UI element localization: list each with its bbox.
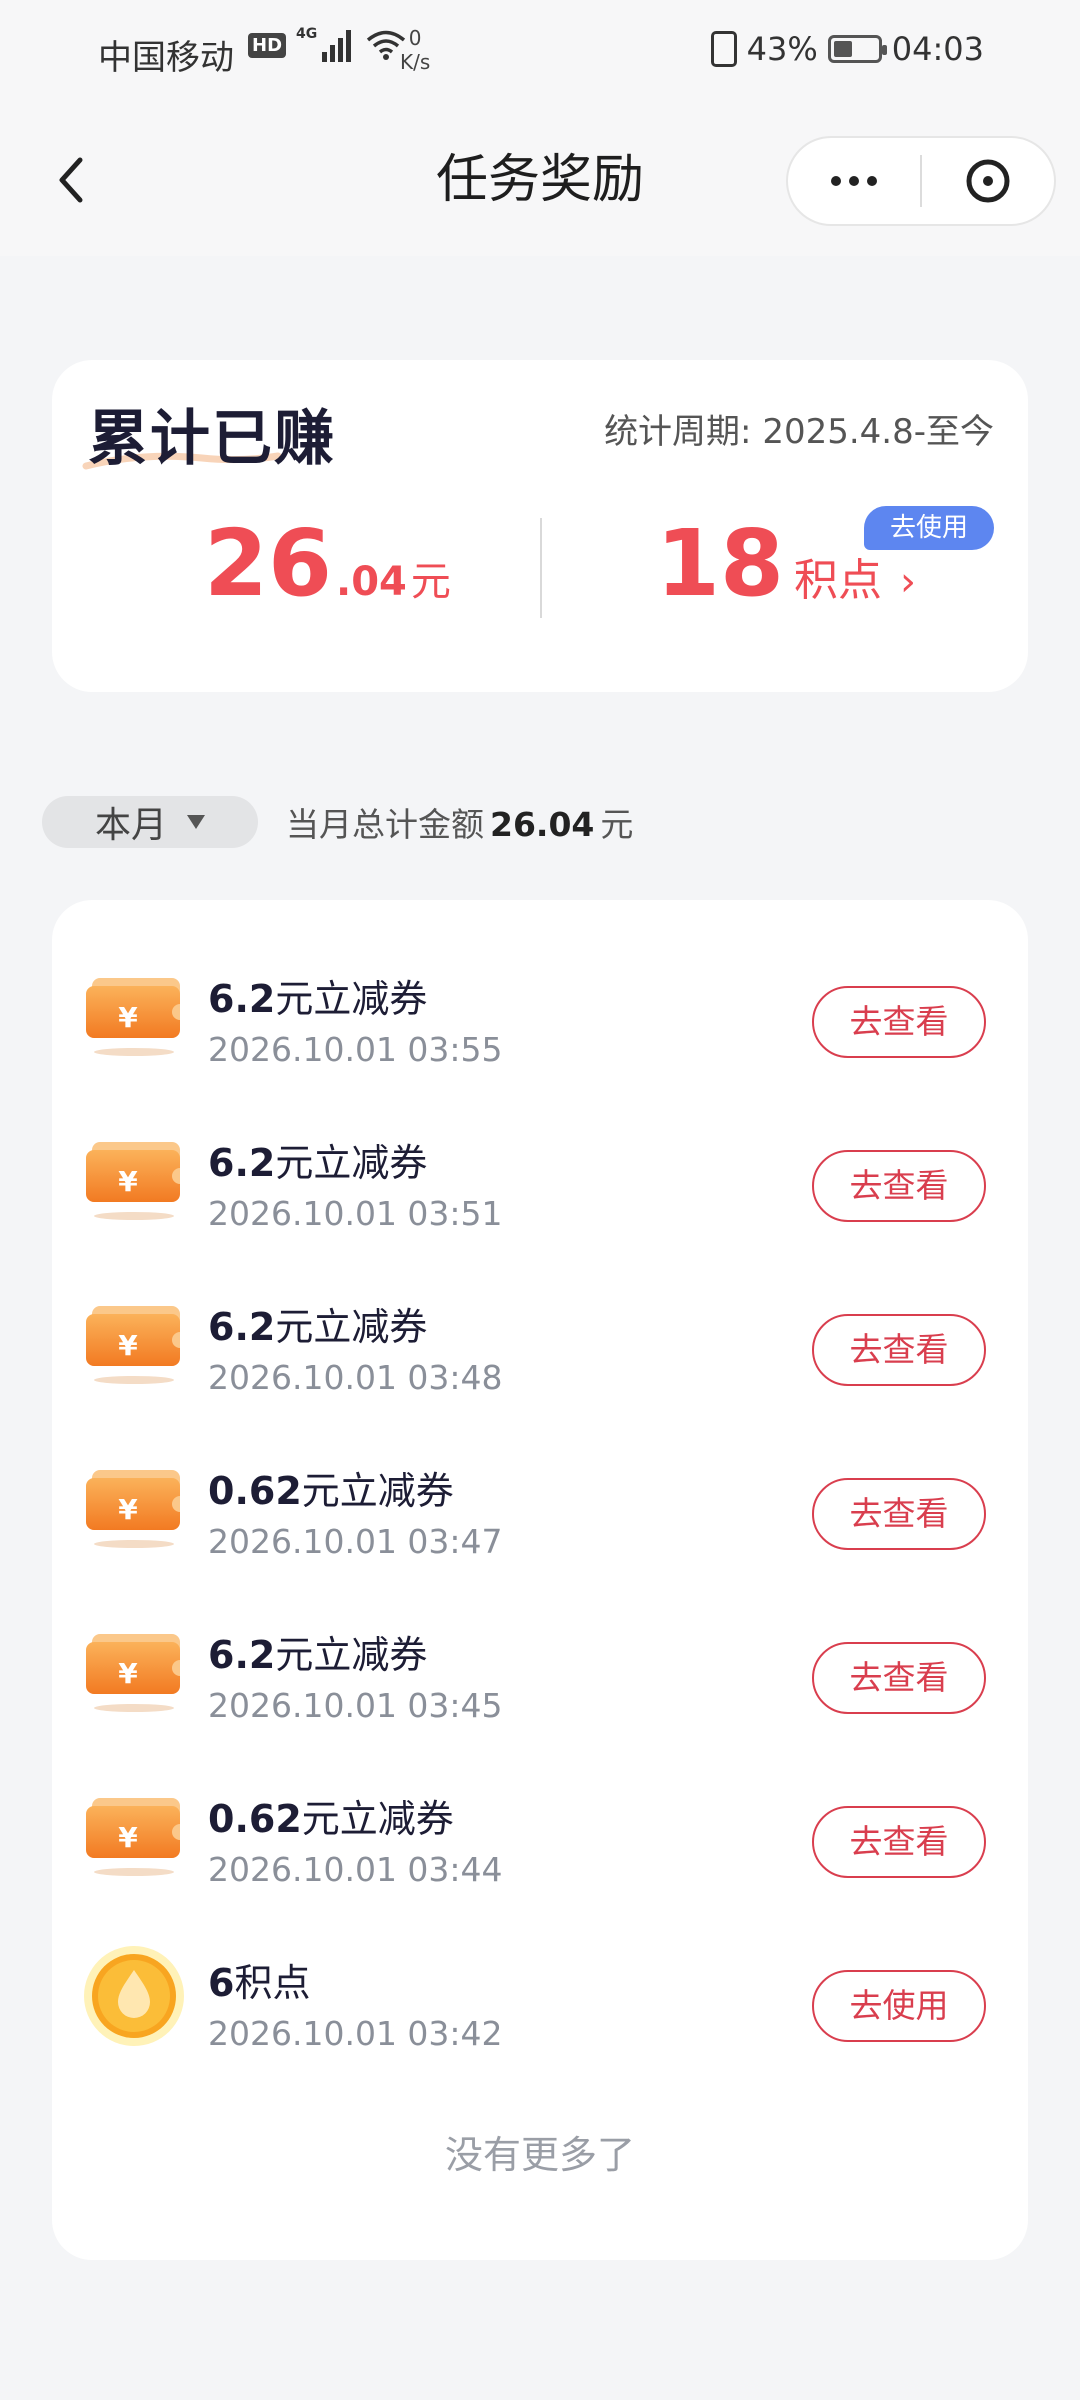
reward-time: 2026.10.01 03:51 — [208, 1194, 503, 1233]
hd-badge: HD — [248, 32, 287, 58]
use-button[interactable]: 去使用 — [812, 1970, 986, 2042]
battery-fill — [833, 41, 852, 57]
month-total-prefix: 当月总计金额 — [286, 805, 484, 844]
reward-amount: 0.62 — [208, 1797, 302, 1841]
stat-period: 统计周期: 2025.4.8-至今 — [604, 412, 994, 452]
screen: 中国移动 HD 4G 0 K/s 43% 04:03 任务奖励 累计已赚 统计周… — [0, 0, 1080, 2400]
month-selector[interactable]: 本月 — [42, 796, 258, 848]
reward-amount: 6 — [208, 1961, 235, 2005]
svg-text:¥: ¥ — [118, 1493, 138, 1526]
reward-list: ¥ 6.2元立减券 2026.10.01 03:55 去查看 ¥ 6.2元立减券 20… — [52, 900, 1028, 2260]
network-speed: 0 K/s — [400, 26, 430, 74]
speed-value: 0 — [408, 26, 422, 50]
reward-label: 积点 — [234, 1961, 311, 2005]
status-bar: 中国移动 HD 4G 0 K/s 43% 04:03 — [0, 0, 1080, 104]
reward-row: ¥ 6.2元立减券 2026.10.01 03:48 去查看 — [52, 1252, 1028, 1416]
view-button[interactable]: 去查看 — [812, 1642, 986, 1714]
reward-label: 元立减券 — [275, 1305, 428, 1349]
coupon-icon: ¥ — [82, 972, 186, 1058]
coupon-icon: ¥ — [82, 1136, 186, 1222]
amount-unit: 元 — [410, 559, 451, 605]
view-button[interactable]: 去查看 — [812, 1478, 986, 1550]
carrier-name: 中国移动 — [98, 38, 234, 78]
svg-text:¥: ¥ — [118, 1821, 138, 1854]
network-type: 4G — [296, 26, 318, 42]
reward-title: 6.2元立减券 — [208, 1132, 427, 1187]
svg-text:¥: ¥ — [118, 1001, 138, 1034]
battery-icon — [827, 35, 887, 63]
caret-down-icon — [187, 815, 205, 829]
no-more-text: 没有更多了 — [444, 2133, 635, 2177]
reward-row: 6积点 2026.10.01 03:42 去使用 — [52, 1908, 1028, 2072]
reward-title: 6.2元立减券 — [208, 1624, 427, 1679]
coupon-icon: ¥ — [82, 1300, 186, 1386]
reward-label: 元立减券 — [275, 1633, 428, 1677]
more-dots-icon — [831, 176, 877, 186]
month-total-unit: 元 — [600, 805, 634, 844]
view-button[interactable]: 去查看 — [812, 1150, 986, 1222]
earned-title: 累计已赚 — [88, 404, 336, 474]
reward-title: 6.2元立减券 — [208, 968, 427, 1023]
reward-amount: 0.62 — [208, 1469, 302, 1513]
view-button[interactable]: 去查看 — [812, 986, 986, 1058]
nav-bar: 任务奖励 — [0, 104, 1080, 256]
reward-time: 2026.10.01 03:45 — [208, 1686, 503, 1725]
month-total-value: 26.04 — [490, 805, 595, 844]
reward-row: ¥ 6.2元立减券 2026.10.01 03:45 去查看 — [52, 1580, 1028, 1744]
more-button[interactable] — [788, 138, 920, 224]
reward-title: 6积点 — [208, 1952, 310, 2007]
summary-divider — [540, 518, 542, 618]
close-button[interactable] — [922, 138, 1054, 224]
reward-label: 元立减券 — [301, 1797, 454, 1841]
view-button[interactable]: 去查看 — [812, 1314, 986, 1386]
reward-title: 0.62元立减券 — [208, 1788, 454, 1843]
reward-row: ¥ 0.62元立减券 2026.10.01 03:44 去查看 — [52, 1744, 1028, 1908]
reward-label: 元立减券 — [275, 977, 428, 1021]
reward-title: 0.62元立减券 — [208, 1460, 454, 1515]
reward-amount: 6.2 — [208, 1141, 276, 1185]
amount-integer: 26 — [204, 510, 333, 617]
svg-text:¥: ¥ — [118, 1165, 138, 1198]
reward-title: 6.2元立减券 — [208, 1296, 427, 1351]
reward-label: 元立减券 — [301, 1469, 454, 1513]
use-points-badge[interactable]: 去使用 — [864, 506, 994, 550]
points-unit: 积点 — [794, 555, 883, 606]
svg-text:¥: ¥ — [118, 1329, 138, 1362]
month-total: 当月总计金额 26.04 元 — [286, 798, 633, 846]
reward-amount: 6.2 — [208, 1305, 276, 1349]
reward-time: 2026.10.01 03:48 — [208, 1358, 503, 1397]
points-coin-icon — [82, 1944, 186, 2048]
signal-icon: 4G — [296, 26, 356, 62]
points-value: 18 — [656, 510, 785, 617]
chevron-right-icon: › — [900, 559, 917, 605]
reward-time: 2026.10.01 03:55 — [208, 1030, 503, 1069]
reward-time: 2026.10.01 03:47 — [208, 1522, 503, 1561]
clock: 04:03 — [891, 30, 984, 68]
coupon-icon: ¥ — [82, 1464, 186, 1550]
mini-program-capsule — [786, 136, 1056, 226]
status-right: 43% 04:03 — [710, 30, 984, 68]
reward-row: ¥ 0.62元立减券 2026.10.01 03:47 去查看 — [52, 1416, 1028, 1580]
svg-text:¥: ¥ — [118, 1657, 138, 1690]
reward-row: ¥ 6.2元立减券 2026.10.01 03:51 去查看 — [52, 1088, 1028, 1252]
speed-unit: K/s — [400, 50, 431, 74]
vibrate-icon — [710, 31, 737, 67]
close-circle-icon — [966, 159, 1010, 203]
view-button[interactable]: 去查看 — [812, 1806, 986, 1878]
reward-time: 2026.10.01 03:42 — [208, 2014, 503, 2053]
total-amount: 26 .04 元 — [204, 510, 451, 617]
reward-time: 2026.10.01 03:44 — [208, 1850, 503, 1889]
month-label: 本月 — [94, 805, 167, 846]
summary-card: 累计已赚 统计周期: 2025.4.8-至今 26 .04 元 18 积点 › … — [52, 360, 1028, 692]
reward-amount: 6.2 — [208, 977, 276, 1021]
reward-label: 元立减券 — [275, 1141, 428, 1185]
coupon-icon: ¥ — [82, 1792, 186, 1878]
network-indicators: HD 4G — [248, 26, 406, 62]
reward-amount: 6.2 — [208, 1633, 276, 1677]
battery-percent: 43% — [746, 30, 818, 68]
coupon-icon: ¥ — [82, 1628, 186, 1714]
amount-decimal: .04 — [336, 559, 407, 605]
reward-row: ¥ 6.2元立减券 2026.10.01 03:55 去查看 — [52, 924, 1028, 1088]
